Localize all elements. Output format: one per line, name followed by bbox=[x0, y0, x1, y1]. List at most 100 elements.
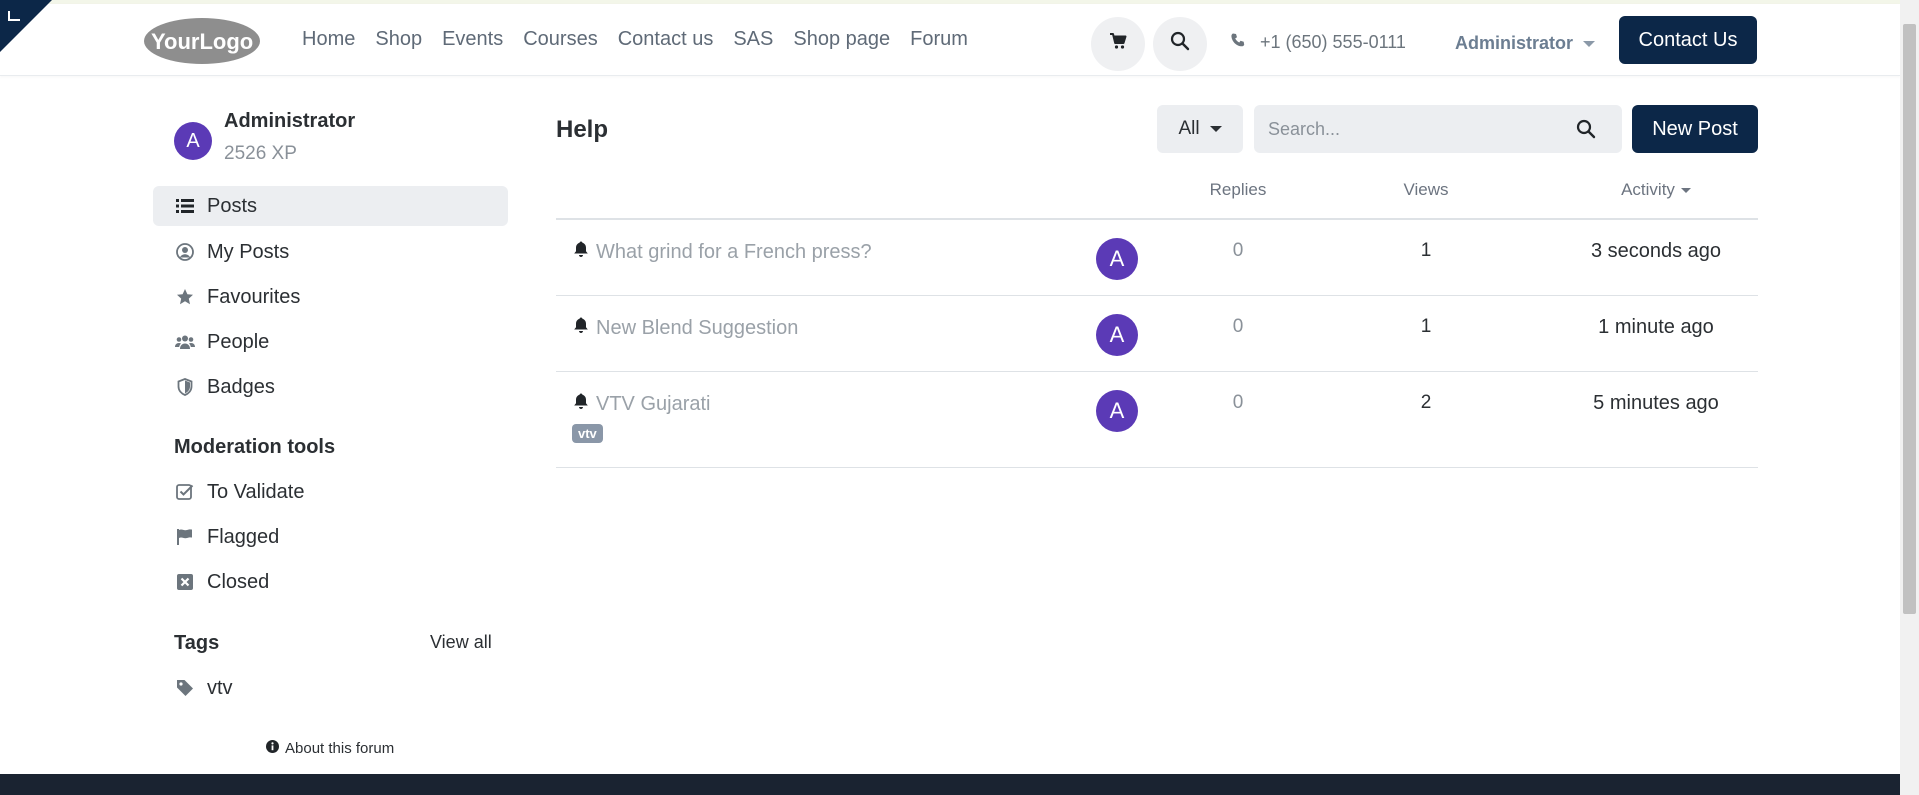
nav-events[interactable]: Events bbox=[442, 28, 503, 51]
sidebar-item-to-validate[interactable]: To Validate bbox=[153, 472, 508, 512]
user-circle-icon bbox=[175, 242, 195, 262]
cart-icon bbox=[1109, 32, 1127, 56]
flag-icon bbox=[175, 527, 195, 547]
column-header-activity[interactable]: Activity bbox=[1556, 180, 1756, 200]
avatar[interactable]: A bbox=[1096, 314, 1138, 356]
phone-number: +1 (650) 555-0111 bbox=[1260, 32, 1406, 52]
phone-icon bbox=[1230, 32, 1246, 53]
edit-corner-badge[interactable] bbox=[0, 0, 52, 52]
sidebar-tag-vtv[interactable]: vtv bbox=[153, 668, 508, 708]
contact-us-button[interactable]: Contact Us bbox=[1619, 16, 1757, 64]
post-title: What grind for a French press? bbox=[596, 240, 872, 263]
star-icon bbox=[175, 287, 195, 307]
header-phone[interactable]: +1 (650) 555-0111 bbox=[1230, 32, 1406, 53]
post-views: 1 bbox=[1420, 240, 1432, 261]
user-name: Administrator bbox=[224, 110, 356, 132]
site-logo[interactable]: YourLogo bbox=[142, 16, 262, 66]
check-square-icon bbox=[175, 482, 195, 502]
page-title: Help bbox=[556, 116, 609, 143]
filter-dropdown[interactable]: All bbox=[1157, 105, 1243, 153]
main-nav: Home Shop Events Courses Contact us SAS … bbox=[302, 28, 968, 51]
sidebar-item-label: Favourites bbox=[207, 285, 301, 308]
nav-shop-page[interactable]: Shop page bbox=[793, 28, 890, 51]
post-title-link[interactable]: What grind for a French press? bbox=[572, 240, 872, 264]
sidebar-item-people[interactable]: People bbox=[153, 322, 508, 362]
scrollbar-thumb[interactable] bbox=[1903, 24, 1916, 614]
user-xp: 2526 XP bbox=[224, 143, 297, 164]
list-icon bbox=[175, 196, 195, 216]
post-views: 1 bbox=[1420, 316, 1432, 337]
info-icon bbox=[266, 740, 279, 757]
about-forum-link[interactable]: About this forum bbox=[266, 740, 394, 757]
sidebar-item-flagged[interactable]: Flagged bbox=[153, 517, 508, 557]
nav-sas[interactable]: SAS bbox=[733, 28, 773, 51]
about-forum-label: About this forum bbox=[285, 740, 395, 757]
post-activity: 1 minute ago bbox=[1598, 316, 1714, 338]
chevron-down-icon bbox=[1583, 40, 1596, 47]
tag-icon bbox=[175, 678, 195, 698]
forum-search bbox=[1254, 105, 1622, 153]
post-tag-badge[interactable]: vtv bbox=[572, 424, 603, 443]
table-row: New Blend Suggestion A 0 1 1 minute ago bbox=[556, 296, 1758, 372]
sidebar-item-label: Flagged bbox=[207, 525, 280, 548]
post-activity: 3 seconds ago bbox=[1590, 240, 1722, 262]
nav-shop[interactable]: Shop bbox=[375, 28, 422, 51]
sidebar-item-label: Badges bbox=[207, 375, 275, 398]
search-icon bbox=[1170, 31, 1190, 57]
column-header-replies: Replies bbox=[1209, 180, 1267, 199]
sidebar-item-label: People bbox=[207, 330, 270, 353]
post-title-link[interactable]: VTV Gujarati bbox=[572, 392, 710, 416]
site-header: YourLogo Home Shop Events Courses Contac… bbox=[0, 4, 1900, 76]
bell-icon bbox=[572, 392, 590, 416]
post-replies: 0 bbox=[1232, 316, 1244, 337]
sidebar-item-favourites[interactable]: Favourites bbox=[153, 277, 508, 317]
sidebar-item-badges[interactable]: Badges bbox=[153, 367, 508, 407]
user-menu-label: Administrator bbox=[1455, 33, 1574, 53]
avatar[interactable]: A bbox=[1096, 390, 1138, 432]
bell-icon bbox=[572, 240, 590, 264]
site-footer bbox=[0, 774, 1900, 795]
shield-icon bbox=[175, 377, 195, 397]
column-header-views: Views bbox=[1403, 180, 1449, 199]
chevron-down-icon bbox=[1209, 126, 1222, 132]
bell-icon bbox=[572, 316, 590, 340]
sort-caret-icon bbox=[1680, 187, 1691, 193]
sidebar-item-label: vtv bbox=[207, 676, 233, 699]
search-icon[interactable] bbox=[1576, 119, 1596, 145]
users-icon bbox=[175, 332, 195, 352]
avatar[interactable]: A bbox=[1096, 238, 1138, 280]
user-menu-dropdown[interactable]: Administrator bbox=[1455, 33, 1596, 54]
post-replies: 0 bbox=[1232, 392, 1244, 413]
sidebar-item-posts[interactable]: Posts bbox=[153, 186, 508, 226]
post-activity: 5 minutes ago bbox=[1593, 392, 1719, 414]
view-all-tags-link[interactable]: View all bbox=[430, 632, 492, 653]
sidebar-item-my-posts[interactable]: My Posts bbox=[153, 232, 508, 272]
moderation-tools-heading: Moderation tools bbox=[174, 436, 336, 458]
post-views: 2 bbox=[1420, 392, 1432, 413]
nav-contact-us[interactable]: Contact us bbox=[618, 28, 714, 51]
post-title-link[interactable]: New Blend Suggestion bbox=[572, 316, 798, 340]
avatar: A bbox=[174, 122, 212, 160]
search-input[interactable] bbox=[1254, 118, 1554, 140]
edit-corner-icon bbox=[8, 11, 20, 21]
nav-home[interactable]: Home bbox=[302, 28, 355, 51]
sidebar-item-label: Posts bbox=[207, 194, 258, 217]
nav-forum[interactable]: Forum bbox=[910, 28, 968, 51]
svg-text:YourLogo: YourLogo bbox=[151, 29, 253, 54]
sidebar-item-label: My Posts bbox=[207, 240, 290, 263]
cart-button[interactable] bbox=[1091, 17, 1145, 71]
post-title: VTV Gujarati bbox=[596, 392, 711, 415]
sidebar-item-label: To Validate bbox=[207, 480, 305, 503]
new-post-button[interactable]: New Post bbox=[1632, 105, 1758, 153]
header-search-button[interactable] bbox=[1153, 17, 1207, 71]
table-row: What grind for a French press? A 0 1 3 s… bbox=[556, 220, 1758, 296]
filter-label: All bbox=[1178, 118, 1200, 139]
sidebar-item-closed[interactable]: Closed bbox=[153, 562, 508, 602]
post-title: New Blend Suggestion bbox=[596, 316, 799, 339]
x-square-icon bbox=[175, 572, 195, 592]
sidebar-user-card[interactable]: A Administrator 2526 XP bbox=[174, 110, 355, 165]
sidebar-item-label: Closed bbox=[207, 570, 270, 593]
post-replies: 0 bbox=[1232, 240, 1244, 261]
tags-heading: Tags bbox=[174, 632, 220, 654]
nav-courses[interactable]: Courses bbox=[523, 28, 597, 51]
